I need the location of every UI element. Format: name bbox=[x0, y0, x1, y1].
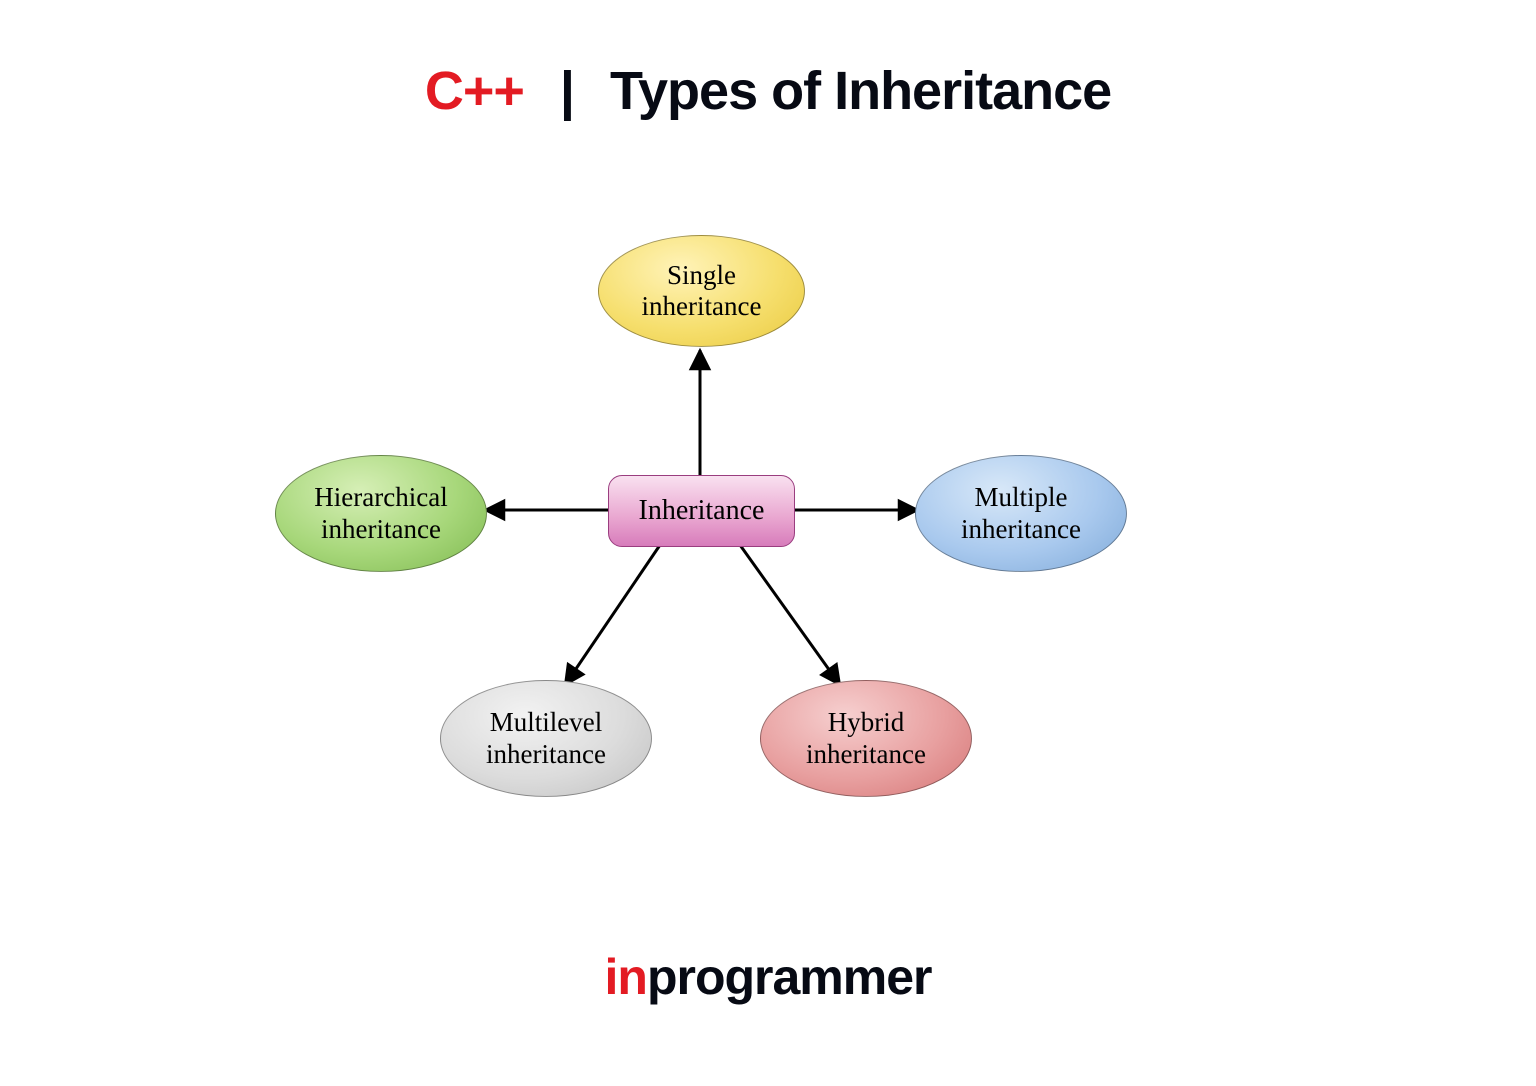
node-center-label: Inheritance bbox=[639, 495, 765, 527]
node-hybrid: Hybrid inheritance bbox=[760, 680, 972, 797]
node-multiple-line2: inheritance bbox=[961, 514, 1081, 545]
arrow-to-hybrid bbox=[740, 545, 840, 685]
title-text: Types of Inheritance bbox=[610, 61, 1111, 121]
node-multiple: Multiple inheritance bbox=[915, 455, 1127, 572]
node-single: Single inheritance bbox=[598, 235, 805, 347]
node-hierarchical-line2: inheritance bbox=[314, 514, 447, 545]
node-multiple-line1: Multiple bbox=[961, 482, 1081, 513]
node-multilevel: Multilevel inheritance bbox=[440, 680, 652, 797]
node-hierarchical: Hierarchical inheritance bbox=[275, 455, 487, 572]
page-title: C++ | Types of Inheritance bbox=[0, 60, 1536, 122]
footer-prefix: in bbox=[605, 949, 647, 1005]
title-prefix: C++ bbox=[425, 61, 524, 121]
arrow-to-multilevel bbox=[565, 545, 660, 685]
footer-brand: inprogrammer bbox=[0, 948, 1536, 1006]
node-hybrid-line2: inheritance bbox=[806, 739, 926, 770]
node-single-line1: Single bbox=[642, 260, 762, 291]
node-multilevel-line2: inheritance bbox=[486, 739, 606, 770]
node-hybrid-line1: Hybrid bbox=[806, 707, 926, 738]
diagram-stage: C++ | Types of Inheritance Inheritance S… bbox=[0, 0, 1536, 1086]
title-separator: | bbox=[560, 61, 574, 121]
node-single-line2: inheritance bbox=[642, 291, 762, 322]
node-center: Inheritance bbox=[608, 475, 795, 547]
footer-rest: programmer bbox=[647, 949, 932, 1005]
node-hierarchical-line1: Hierarchical bbox=[314, 482, 447, 513]
node-multilevel-line1: Multilevel bbox=[486, 707, 606, 738]
